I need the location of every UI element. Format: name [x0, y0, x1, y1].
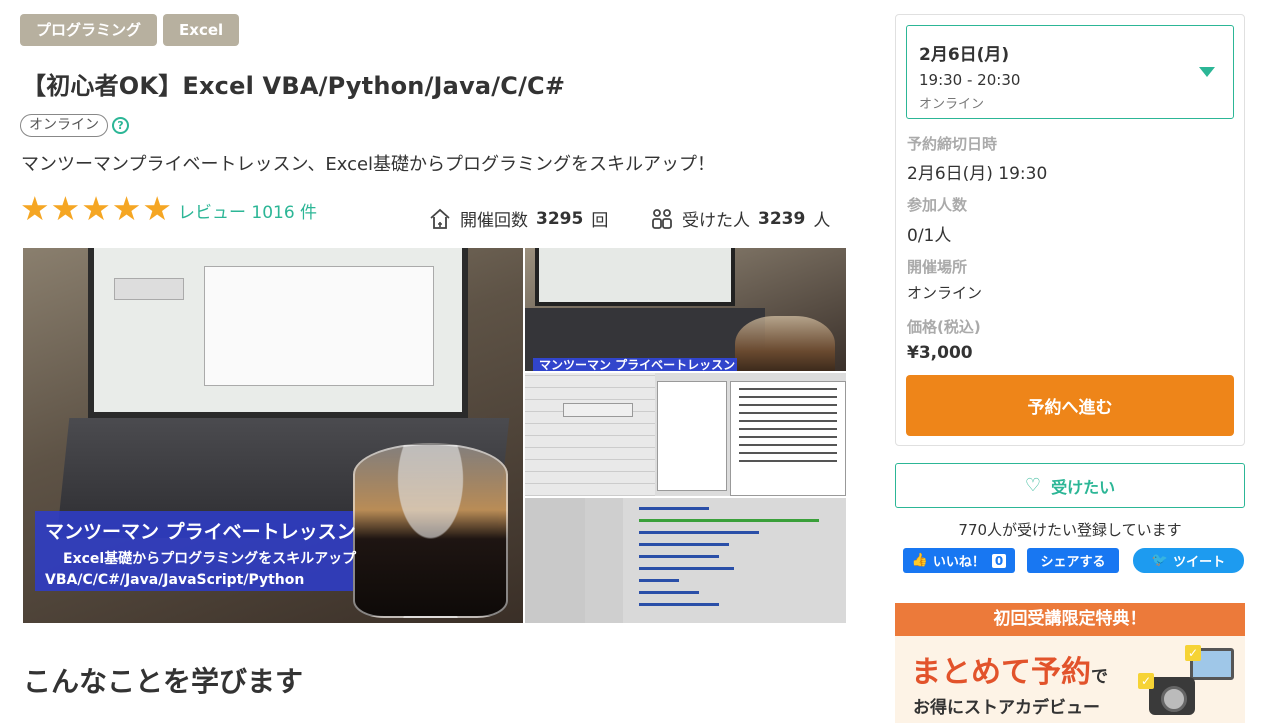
laptop-screen-image — [88, 248, 468, 418]
held-count-stat: 開催回数 3295 回 — [428, 206, 608, 231]
online-row: オンライン ? — [20, 114, 129, 137]
camera-illustration-icon — [1149, 677, 1195, 715]
banner-line-1: マンツーマン プライベートレッスン — [45, 521, 356, 543]
star-icon: ★ — [111, 189, 142, 228]
star-icon: ★ — [50, 189, 81, 228]
location-value: オンライン — [907, 284, 983, 302]
booking-card: 2月6日(月) 19:30 - 20:30 オンライン 予約締切日時 2月6日(… — [895, 14, 1245, 446]
banner-line-3: VBA/C/C#/Java/JavaScript/Python — [45, 572, 305, 588]
tweet-label: ツイート — [1173, 555, 1226, 570]
photo-banner: マンツーマン プライベートレッスン Excel基礎からプログラミングをスキルアッ… — [35, 511, 357, 591]
twitter-bird-icon: 🐦 — [1151, 553, 1169, 568]
checkmark-icon: ✓ — [1185, 645, 1201, 661]
price-value: ¥3,000 — [907, 343, 973, 363]
tweet-button[interactable]: 🐦 ツイート — [1133, 548, 1244, 573]
thumbnail-3[interactable] — [525, 498, 846, 623]
star-rating: ★ ★ ★ ★ ★ — [20, 189, 172, 228]
house-icon — [430, 208, 450, 229]
held-count-unit: 回 — [591, 211, 609, 231]
schedule-dropdown[interactable]: 2月6日(月) 19:30 - 20:30 オンライン — [906, 25, 1234, 119]
promo-main-text: まとめて予約で — [911, 647, 1108, 691]
photo-gallery: マンツーマン プライベートレッスン Excel基礎からプログラミングをスキルアッ… — [23, 248, 846, 623]
promo-main-suffix: で — [1091, 667, 1108, 687]
deadline-value: 2月6日(月) 19:30 — [907, 164, 1048, 184]
online-badge: オンライン — [20, 114, 108, 137]
like-label: いいね！ — [932, 555, 985, 570]
main-photo[interactable]: マンツーマン プライベートレッスン Excel基礎からプログラミングをスキルアッ… — [23, 248, 523, 623]
thumbnail-1[interactable]: マンツーマン プライベートレッスン — [525, 248, 846, 371]
heart-icon: ♡ — [1024, 475, 1042, 496]
promo-header: 初回受講限定特典！ — [895, 603, 1245, 636]
page-title: 【初心者OK】Excel VBA/Python/Java/C/C# — [22, 72, 566, 100]
lesson-subtitle: マンツーマンプライベートレッスン、Excel基礎からプログラミングをスキルアップ… — [21, 154, 716, 175]
attended-count-label: 受けた人 — [682, 211, 750, 231]
deadline-label: 予約締切日時 — [907, 135, 998, 153]
participants-label: 参加人数 — [907, 196, 968, 214]
facebook-share-button[interactable]: シェアする — [1027, 548, 1119, 573]
want-count-text: 770人が受けたい登録しています — [958, 521, 1182, 539]
star-icon: ★ — [20, 189, 50, 228]
coffee-glass-image — [353, 443, 508, 618]
location-label: 開催場所 — [907, 258, 968, 276]
tag-programming[interactable]: プログラミング — [20, 14, 158, 46]
thumbnail-2[interactable] — [525, 373, 846, 496]
chevron-down-icon[interactable] — [1199, 67, 1215, 77]
thumbnail-1-label: マンツーマン プライベートレッスン — [533, 358, 737, 371]
promo-sub-text: お得にストアカデビュー — [913, 698, 1100, 718]
schedule-date: 2月6日(月) — [919, 45, 1010, 65]
banner-line-2: Excel基礎からプログラミングをスキルアップ — [63, 551, 357, 567]
held-count-value: 3295 — [536, 208, 584, 229]
tag-excel[interactable]: Excel — [163, 14, 240, 46]
reserve-button[interactable]: 予約へ進む — [906, 375, 1234, 436]
participants-value: 0/1人 — [907, 226, 952, 246]
want-to-attend-label: 受けたい — [1051, 477, 1116, 497]
like-count: 0 — [991, 553, 1007, 568]
star-icon: ★ — [81, 189, 111, 228]
learn-section-heading: こんなことを学びます — [23, 665, 304, 698]
price-label: 価格(税込) — [907, 318, 981, 336]
attended-count-value: 3239 — [758, 208, 806, 229]
checkmark-icon: ✓ — [1138, 673, 1154, 689]
people-icon — [652, 208, 672, 229]
help-icon[interactable]: ? — [112, 117, 129, 134]
want-to-attend-button[interactable]: ♡ 受けたい — [895, 463, 1245, 508]
promo-main-label: まとめて予約 — [911, 655, 1091, 690]
category-tags: プログラミング Excel — [20, 14, 240, 46]
rating-row: ★ ★ ★ ★ ★ レビュー 1016 件 — [20, 189, 317, 228]
facebook-like-button[interactable]: 👍 いいね！ 0 — [903, 548, 1015, 573]
star-icon: ★ — [142, 189, 172, 228]
held-count-label: 開催回数 — [460, 211, 528, 231]
schedule-time: 19:30 - 20:30 — [919, 71, 1021, 89]
schedule-mode: オンライン — [919, 97, 985, 112]
thumbs-up-icon: 👍 — [911, 553, 928, 568]
first-time-promo-banner[interactable]: 初回受講限定特典！ まとめて予約で お得にストアカデビュー ✓ ✓ — [895, 603, 1245, 723]
review-count-link[interactable]: レビュー 1016 件 — [178, 198, 317, 223]
attended-count-unit: 人 — [813, 211, 831, 231]
attended-count-stat: 受けた人 3239 人 — [650, 206, 830, 231]
